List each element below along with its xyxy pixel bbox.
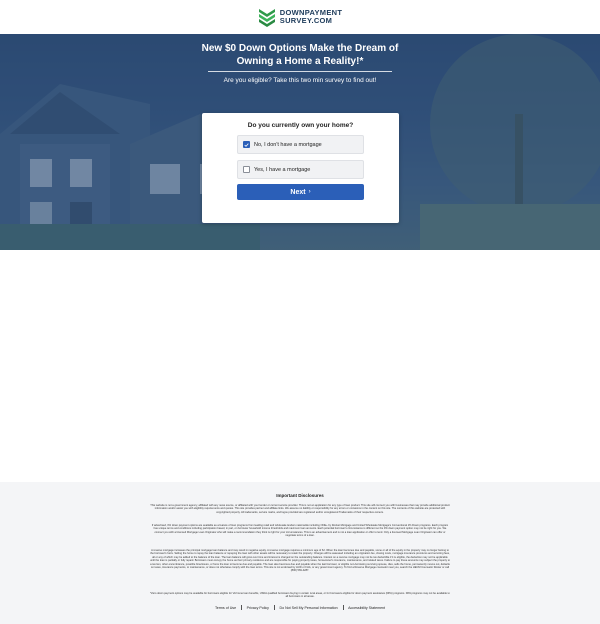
accessibility-statement-link[interactable]: Accessibility Statement — [343, 606, 390, 610]
survey-card: Do you currently own your home? No, I do… — [202, 113, 399, 223]
disclosure-paragraph: A reverse mortgage increases the princip… — [150, 549, 450, 573]
disclosures-title: Important Disclosures — [276, 493, 324, 498]
survey-question: Do you currently own your home? — [247, 122, 354, 129]
site-header: DOWNPAYMENT SURVEY.COM — [0, 0, 600, 34]
option-has-mortgage[interactable]: Yes, I have a mortgage — [237, 160, 364, 179]
logo-line-2: SURVEY.COM — [279, 16, 333, 25]
disclosure-paragraph: If advertised, 0% down payment options a… — [151, 524, 449, 538]
disclosure-paragraph: *Zero down payment options may be availa… — [150, 592, 450, 599]
hero-subtitle: Are you eligible? Take this two min surv… — [223, 77, 377, 84]
disclosures-section: Important Disclosures This website is no… — [0, 482, 600, 624]
hero-title: New $0 Down Options Make the Dream of Ow… — [201, 43, 399, 67]
do-not-sell-link[interactable]: Do Not Sell My Personal Information — [274, 606, 342, 610]
checkbox-checked-icon[interactable] — [243, 141, 250, 148]
option-label: No, I don't have a mortgage — [254, 141, 322, 148]
option-label: Yes, I have a mortgage — [254, 166, 311, 173]
privacy-policy-link[interactable]: Privacy Policy — [242, 606, 274, 610]
logo-wordmark: DOWNPAYMENT SURVEY.COM — [280, 9, 342, 25]
disclosure-paragraph: This website is not a government agency,… — [150, 504, 450, 514]
option-no-mortgage[interactable]: No, I don't have a mortgage — [237, 135, 364, 154]
terms-of-use-link[interactable]: Terms of Use — [210, 606, 241, 610]
next-button[interactable]: Next › — [237, 184, 364, 200]
site-logo[interactable]: DOWNPAYMENT SURVEY.COM — [258, 7, 342, 27]
stacked-chevrons-icon — [258, 9, 275, 27]
checkbox-unchecked-icon[interactable] — [243, 166, 250, 173]
next-button-label: Next — [290, 188, 306, 196]
chevron-right-icon: › — [308, 189, 311, 195]
footer-links: Terms of Use Privacy Policy Do Not Sell … — [0, 605, 600, 610]
hero-divider — [208, 71, 392, 72]
